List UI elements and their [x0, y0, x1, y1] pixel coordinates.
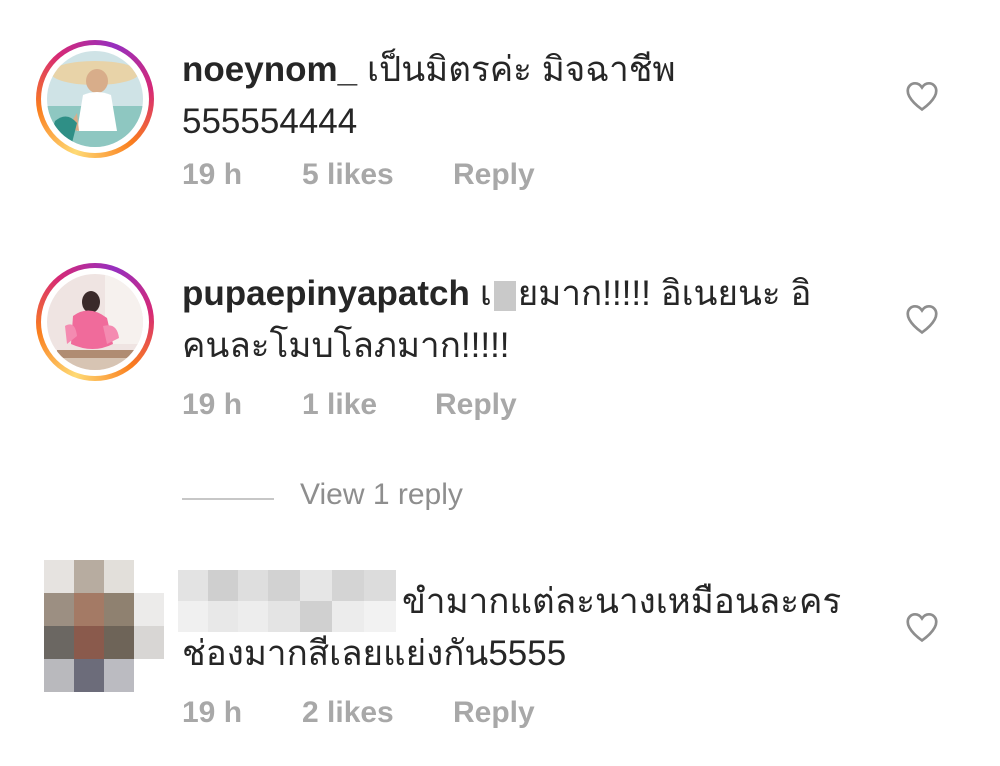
avatar-photo [47, 274, 143, 370]
heart-outline-icon[interactable] [903, 300, 941, 338]
avatar[interactable] [36, 40, 154, 158]
comment-text: pupaepinyapatch เ ยมาก!!!!! อิเนยนะ อิ คนล… [182, 268, 862, 372]
comment-body-line2: คนละโมบโลภมาก!!!!! [182, 326, 510, 365]
view-replies-label[interactable]: View 1 reply [300, 478, 463, 512]
comment-body-part-a: เ [479, 274, 492, 313]
heart-outline-icon[interactable] [903, 77, 941, 115]
reply-button[interactable]: Reply [453, 158, 535, 192]
redaction-block [493, 280, 516, 311]
avatar[interactable] [36, 263, 154, 381]
comment-body-part-b: ยมาก!!!!! อิเนยนะ อิ [517, 274, 812, 313]
comment-time: 19 h [182, 158, 243, 191]
comment-body-line1: ขำมากแต่ละนางเหมือนละคร [402, 582, 842, 621]
comment-username[interactable]: pupaepinyapatch [182, 274, 470, 313]
comment-likes[interactable]: 1 like [302, 388, 377, 422]
reply-button[interactable]: Reply [453, 696, 535, 730]
comment-body-line1: เป็นมิตรค่ะ มิจฉาชีพ [367, 50, 676, 89]
avatar-photo [47, 51, 143, 147]
comment-text: noeynom_ เป็นมิตรค่ะ มิจฉาชีพ 555554444 [182, 44, 862, 148]
heart-outline-icon[interactable] [903, 608, 941, 646]
comment-text: ขำมากแต่ละนางเหมือนละคร ช่องมากสีเลยแย่ง… [182, 576, 882, 680]
comment-likes[interactable]: 5 likes [302, 158, 394, 192]
comment-likes[interactable]: 2 likes [302, 696, 394, 730]
divider-line [182, 498, 274, 500]
comment-time: 19 h [182, 696, 243, 729]
comment-time: 19 h [182, 388, 243, 421]
avatar[interactable] [40, 560, 164, 692]
reply-button[interactable]: Reply [435, 388, 517, 422]
comment-body-line2: 555554444 [182, 102, 358, 141]
comment-body-line2: ช่องมากสีเลยแย่งกัน5555 [182, 634, 567, 673]
comment-username[interactable]: noeynom_ [182, 50, 357, 89]
